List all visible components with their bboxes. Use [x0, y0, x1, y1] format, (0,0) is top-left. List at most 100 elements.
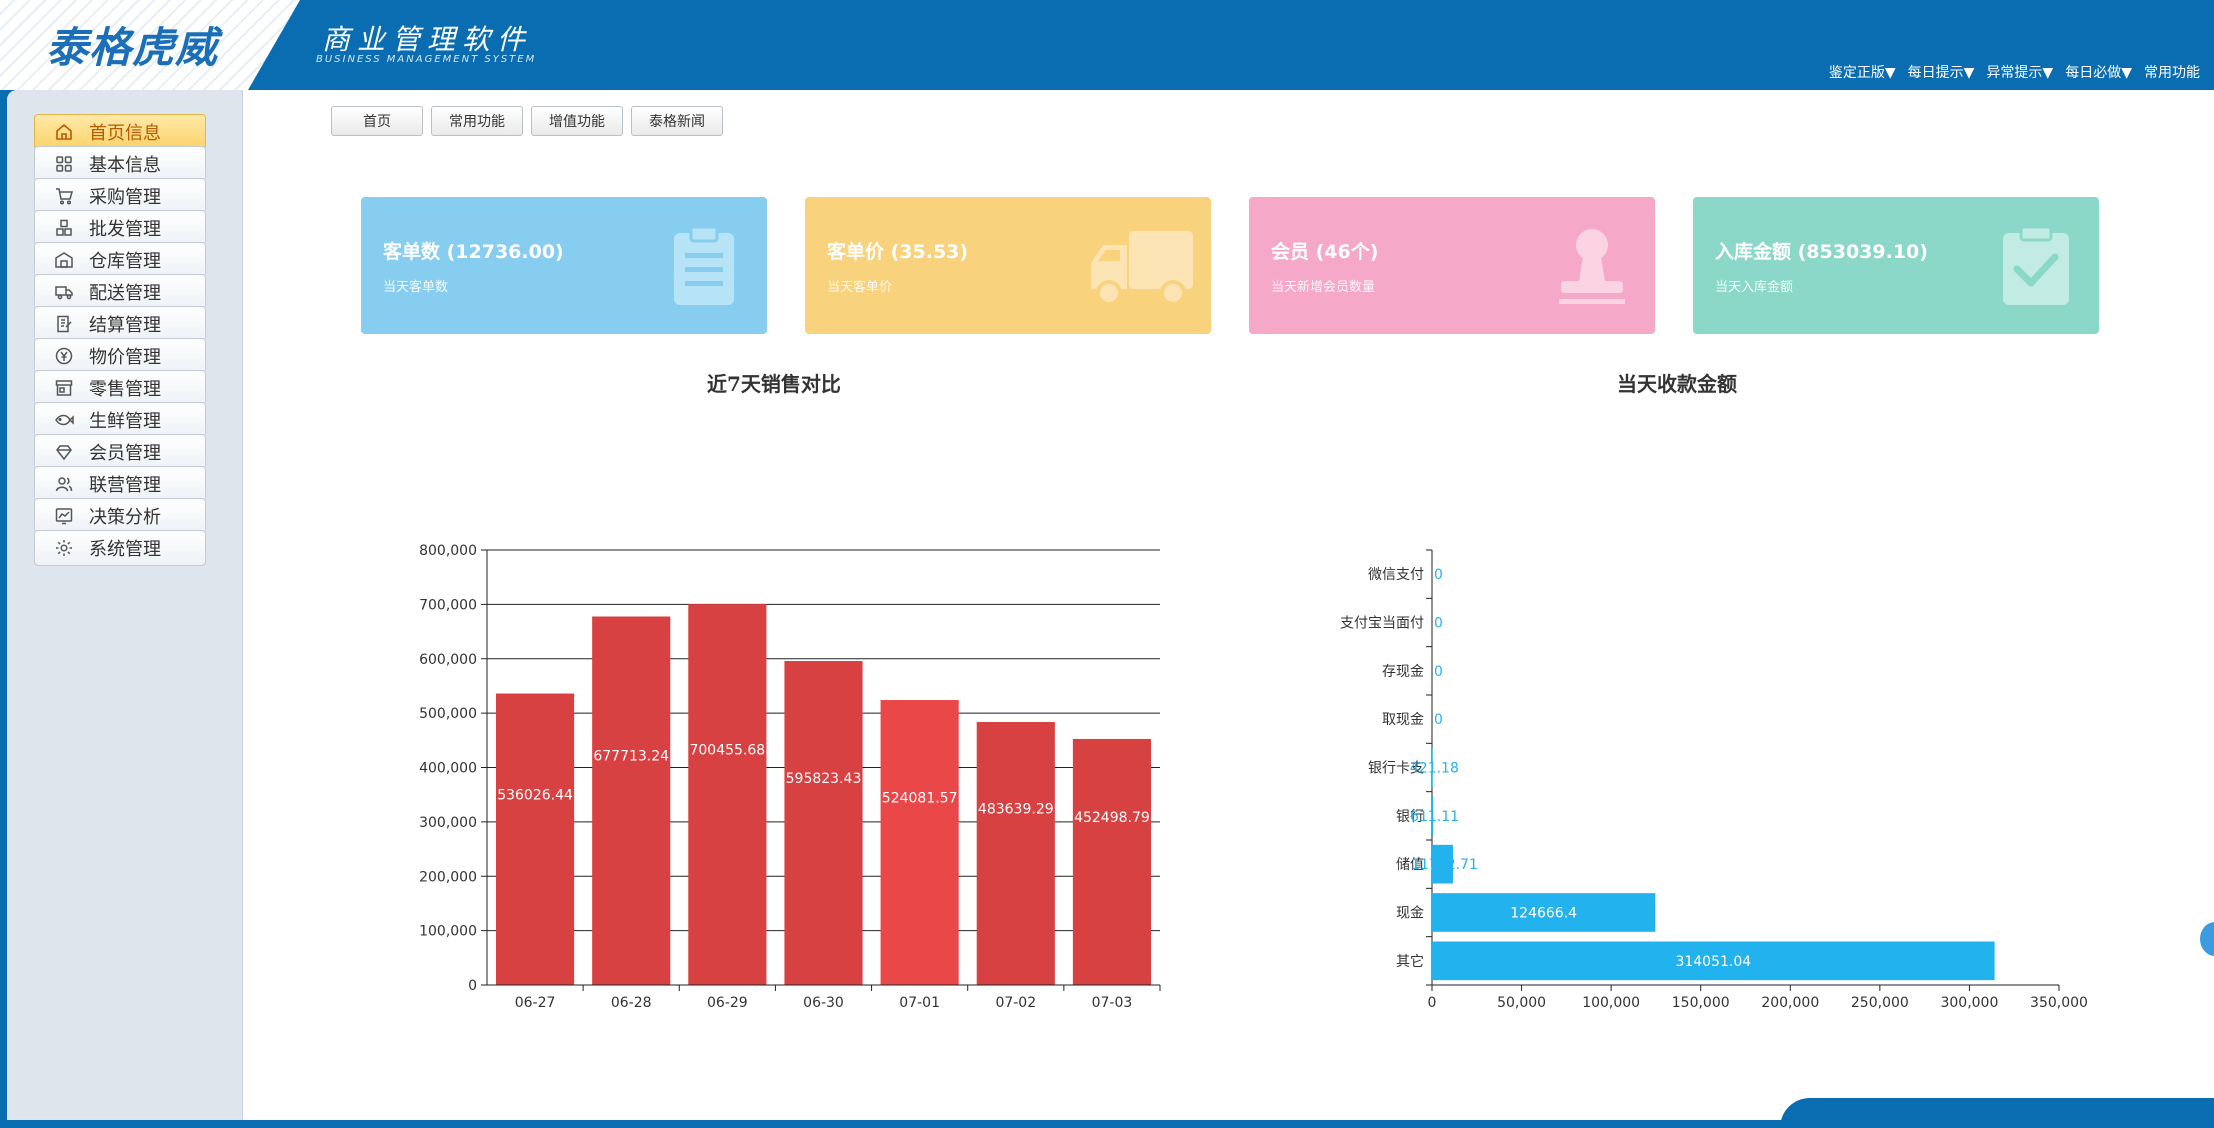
bottom-band [1780, 1098, 2214, 1128]
sidebar-item-fresh[interactable]: 生鲜管理 [34, 402, 206, 438]
home-icon [53, 121, 75, 143]
sidebar-item-retail[interactable]: 零售管理 [34, 370, 206, 406]
sidebar-item-label: 物价管理 [89, 347, 161, 368]
x-tick-label: 07-02 [995, 995, 1036, 1011]
stamp-icon [1559, 229, 1625, 304]
diamond-icon [53, 441, 75, 463]
bar-data-label: 536026.44 [497, 787, 573, 803]
y-tick-label: 现金 [1396, 906, 1424, 922]
x-tick-label: 06-27 [515, 995, 556, 1011]
chart-title-sales: 近7天销售对比 [707, 372, 841, 396]
bar-data-label: 700455.68 [689, 743, 765, 759]
bar-data-label: 0 [1434, 664, 1443, 680]
bar [976, 722, 1055, 985]
bar-data-label: 11702.71 [1411, 857, 1478, 873]
sidebar-item-label: 批发管理 [89, 219, 161, 240]
sidebar-item-label: 仓库管理 [89, 251, 161, 272]
sidebar-item-analysis[interactable]: 决策分析 [34, 498, 206, 534]
x-tick-label: 0 [1428, 995, 1437, 1011]
bar-data-label: 124666.4 [1510, 906, 1577, 922]
sidebar-item-basic-info[interactable]: 基本信息 [34, 146, 206, 182]
menu-exception-alerts[interactable]: 异常提示▼ [1986, 62, 2053, 82]
kpi-card-orders[interactable]: 客单数 (12736.00) 当天客单数 [361, 197, 767, 334]
kpi-card-stock-in[interactable]: 入库金额 (853039.10) 当天入库金额 [1693, 197, 2099, 334]
y-tick-label: 300,000 [419, 815, 477, 831]
x-tick-label: 06-28 [611, 995, 652, 1011]
menu-daily-tips[interactable]: 每日提示▼ [1908, 62, 1975, 82]
bar-data-label: 677713.24 [593, 749, 669, 765]
truck-icon [53, 281, 75, 303]
payment-bar-chart: 微信支付 0支付宝当面付 0存现金 0取现金 0银行卡支421.18银行611.11储值… [1340, 549, 2088, 1011]
sidebar-item-label: 采购管理 [89, 187, 161, 208]
tab-common-functions[interactable]: 常用功能 [431, 106, 523, 136]
x-tick-label: 50,000 [1497, 995, 1546, 1011]
bar-data-label: 0 [1434, 616, 1443, 632]
kpi-title: 客单数 (12736.00) [383, 241, 564, 263]
app-subtitle: BUSINESS MANAGEMENT SYSTEM [316, 54, 537, 65]
menu-common-functions[interactable]: 常用功能 [2144, 62, 2200, 82]
app-title: 商业管理软件 [322, 23, 533, 56]
bar-data-label: 314051.04 [1675, 954, 1751, 970]
tab-home[interactable]: 首页 [331, 106, 423, 136]
bar-data-label: 611.11 [1410, 809, 1459, 825]
sidebar-item-label: 系统管理 [89, 539, 161, 560]
bar-data-label: 421.18 [1410, 761, 1459, 777]
bar-data-label: 483639.29 [978, 802, 1054, 818]
sidebar-item-delivery[interactable]: 配送管理 [34, 274, 206, 310]
sidebar: 首页信息 基本信息 采购管理 批发管理 仓库管理 配送管理 结算管理 物价管理 [7, 90, 243, 1120]
sidebar-item-home[interactable]: 首页信息 [34, 114, 206, 150]
kpi-card-avg-price[interactable]: 客单价 (35.53) 当天客单价 [805, 197, 1211, 334]
sidebar-item-member[interactable]: 会员管理 [34, 434, 206, 470]
boxes-icon [53, 217, 75, 239]
clipboard-icon [674, 225, 734, 305]
sidebar-item-wholesale[interactable]: 批发管理 [34, 210, 206, 246]
x-tick-label: 07-01 [899, 995, 940, 1011]
sales-bar-chart: 800,000 700,000 600,000 500,000 400,000 300,0… [419, 543, 1161, 1011]
top-menu: 鉴定正版▼ 每日提示▼ 异常提示▼ 每日必做▼ 常用功能 [1829, 62, 2200, 82]
tab-news[interactable]: 泰格新闻 [631, 106, 723, 136]
analysis-icon [53, 505, 75, 527]
gear-icon [53, 537, 75, 559]
bar-data-label: 0 [1434, 712, 1443, 728]
bar [1072, 738, 1151, 985]
y-tick-label: 600,000 [419, 652, 477, 668]
bar [688, 604, 767, 985]
x-tick-label: 250,000 [1851, 995, 1909, 1011]
sidebar-item-settlement[interactable]: 结算管理 [34, 306, 206, 342]
kpi-title: 入库金额 (853039.10) [1715, 241, 1928, 263]
y-tick-label: 取现金 [1382, 712, 1424, 728]
y-tick-label: 支付宝当面付 [1340, 616, 1424, 632]
yen-icon [53, 345, 75, 367]
sidebar-item-system[interactable]: 系统管理 [34, 530, 206, 566]
x-tick-label: 350,000 [2030, 995, 2088, 1011]
fish-icon [53, 409, 75, 431]
truck-icon [1091, 231, 1193, 306]
menu-verify-genuine[interactable]: 鉴定正版▼ [1829, 62, 1896, 82]
tab-value-added[interactable]: 增值功能 [531, 106, 623, 136]
users-icon [53, 473, 75, 495]
sidebar-item-purchase[interactable]: 采购管理 [34, 178, 206, 214]
sidebar-item-jointventure[interactable]: 联营管理 [34, 466, 206, 502]
sidebar-item-label: 配送管理 [89, 283, 161, 304]
y-tick-label: 其它 [1396, 953, 1424, 970]
sidebar-item-warehouse[interactable]: 仓库管理 [34, 242, 206, 278]
bar [592, 616, 671, 985]
kpi-subtitle: 当天新增会员数量 [1271, 280, 1376, 295]
grid-icon [53, 153, 75, 175]
x-tick-label: 150,000 [1672, 995, 1730, 1011]
y-tick-label: 100,000 [419, 924, 477, 940]
y-tick-label: 微信支付 [1368, 567, 1424, 583]
sidebar-item-label: 首页信息 [89, 123, 161, 144]
store-icon [53, 377, 75, 399]
sidebar-item-label: 零售管理 [89, 379, 161, 400]
menu-daily-tasks[interactable]: 每日必做▼ [2065, 62, 2132, 82]
sidebar-item-label: 联营管理 [89, 475, 161, 496]
kpi-card-members[interactable]: 会员 (46个) 当天新增会员数量 [1249, 197, 1655, 334]
sidebar-item-pricing[interactable]: 物价管理 [34, 338, 206, 374]
kpi-subtitle: 当天客单数 [383, 280, 449, 295]
bar-data-label: 524081.57 [882, 791, 958, 807]
bar [880, 700, 959, 985]
bar [784, 661, 863, 985]
y-tick-label: 200,000 [419, 869, 477, 885]
bar-data-label: 452498.79 [1074, 810, 1150, 826]
